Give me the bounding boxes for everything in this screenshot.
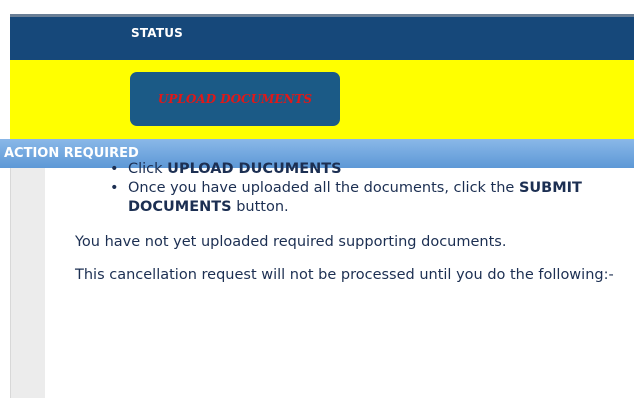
list-item: • Click UPLOAD DUCUMENTS — [104, 160, 624, 179]
action-required-label: ACTION REQUIRED — [4, 146, 139, 161]
step-emphasis: UPLOAD DUCUMENTS — [167, 161, 342, 177]
step-text: Once you have uploaded all the documents… — [128, 180, 519, 196]
step-text-end: button. — [231, 199, 289, 215]
status-panel: UPLOAD DOCUMENTS — [10, 60, 634, 139]
status-header-bar: STATUS — [10, 14, 634, 60]
top-spacer — [0, 0, 634, 14]
bullet-icon: • — [110, 180, 119, 196]
upload-documents-button[interactable]: UPLOAD DOCUMENTS — [130, 72, 340, 126]
list-item: • Once you have uploaded all the document… — [104, 179, 624, 217]
message-line-1: You have not yet uploaded required suppo… — [75, 234, 507, 250]
bullet-icon: • — [110, 161, 119, 177]
status-label: STATUS — [131, 26, 184, 40]
step-text: Click — [128, 161, 168, 177]
message-line-2: This cancellation request will not be pr… — [75, 267, 614, 283]
left-gutter — [11, 168, 45, 398]
instruction-list: • Click UPLOAD DUCUMENTS • Once you have u… — [104, 160, 624, 217]
